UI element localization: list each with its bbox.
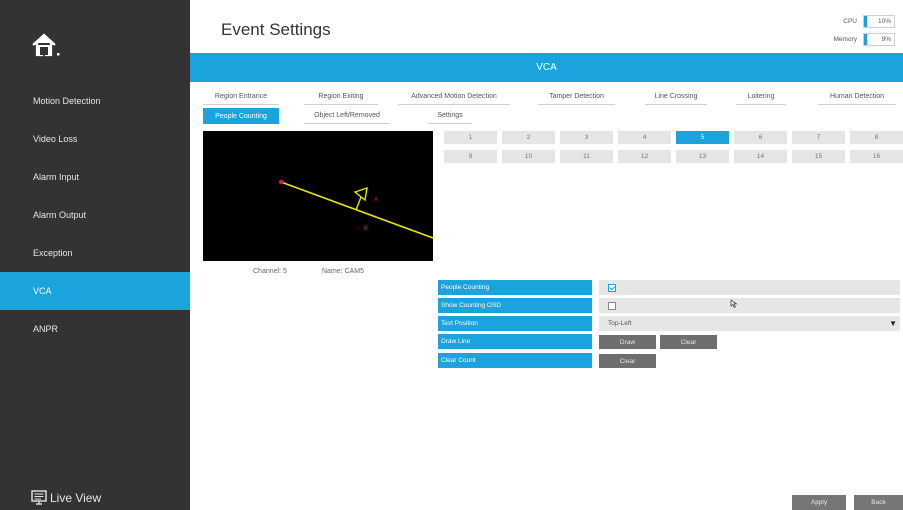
show-counting-osd-label: Show Counting OSD [438,298,592,313]
clear-count-button[interactable]: Clear [599,354,656,368]
cpu-meter: CPU 10% [827,15,895,28]
live-view-button[interactable]: Live View [31,490,101,505]
section-banner: VCA [190,53,903,82]
people-counting-label: People Counting [438,280,592,295]
mouse-cursor-icon [730,299,738,308]
tab-line-crossing[interactable]: Line Crossing [645,89,707,105]
memory-usage-bar: 9% [863,33,895,46]
sidebar-item-vca[interactable]: VCA [0,272,190,310]
sidebar-item-label: Exception [33,248,73,258]
channel-button-4[interactable]: 4 [618,131,671,144]
sidebar: Motion Detection Video Loss Alarm Input … [0,0,190,510]
monitor-icon [31,490,47,505]
sidebar-item-anpr[interactable]: ANPR [0,310,190,348]
sidebar-item-alarm-output[interactable]: Alarm Output [0,196,190,234]
draw-button[interactable]: Draw [599,335,656,349]
channel-button-5[interactable]: 5 [676,131,729,144]
tab-region-entrance[interactable]: Region Entrance [203,89,279,105]
sidebar-item-label: Motion Detection [33,96,101,106]
show-counting-osd-checkbox[interactable] [608,301,616,310]
counting-line-overlay[interactable]: A B [203,131,434,261]
sidebar-item-alarm-input[interactable]: Alarm Input [0,158,190,196]
line-start-handle[interactable] [278,179,284,185]
page-title: Event Settings [221,20,331,39]
cpu-label: CPU [843,18,857,25]
people-counting-checkbox[interactable] [608,283,616,292]
sidebar-item-label: Alarm Output [33,210,87,220]
dropdown-arrow-icon: ▼ [889,319,897,328]
tab-tamper-detection[interactable]: Tamper Detection [538,89,615,105]
channel-button-8[interactable]: 8 [850,131,903,144]
text-position-select[interactable]: Top-Left ▼ [599,316,900,331]
camera-name-caption: Name: CAM5 [322,268,365,275]
side-marker-a: A [374,197,378,203]
sidebar-item-motion-detection[interactable]: Motion Detection [0,82,190,120]
channel-button-15[interactable]: 15 [792,150,845,163]
channel-button-13[interactable]: 13 [676,150,729,163]
sidebar-item-exception[interactable]: Exception [0,234,190,272]
live-view-label: Live View [50,490,102,505]
channel-button-2[interactable]: 2 [502,131,555,144]
counting-line[interactable] [280,181,434,239]
sidebar-item-label: Video Loss [33,134,78,144]
home-icon[interactable] [31,33,61,57]
sidebar-item-video-loss[interactable]: Video Loss [0,120,190,158]
memory-value: 9% [881,36,891,43]
channel-button-10[interactable]: 10 [502,150,555,163]
clear-count-label: Clear Count [438,353,592,368]
channel-button-14[interactable]: 14 [734,150,787,163]
side-marker-b: B [364,226,368,232]
memory-usage-fill [864,34,867,45]
cpu-usage-fill [864,16,867,27]
memory-meter: Memory 9% [827,33,895,46]
cpu-usage-bar: 10% [863,15,895,28]
video-preview[interactable]: A B [203,131,434,261]
tab-loitering[interactable]: Loitering [736,89,786,105]
sidebar-item-label: Alarm Input [33,172,80,182]
channel-button-9[interactable]: 9 [444,150,497,163]
tab-settings[interactable]: Settings [428,108,472,124]
channel-button-11[interactable]: 11 [560,150,613,163]
people-counting-field [599,280,900,295]
channel-button-6[interactable]: 6 [734,131,787,144]
channel-button-1[interactable]: 1 [444,131,497,144]
channel-button-16[interactable]: 16 [850,150,903,163]
channel-caption: Channel: 5 [253,268,287,275]
memory-label: Memory [833,36,857,43]
tab-human-detection[interactable]: Human Detection [818,89,896,105]
back-button[interactable]: Back [854,495,903,510]
channel-button-7[interactable]: 7 [792,131,845,144]
tab-advanced-motion-detection[interactable]: Advanced Motion Detection [398,89,510,105]
channel-button-3[interactable]: 3 [560,131,613,144]
tab-people-counting[interactable]: People Counting [203,108,279,124]
text-position-label: Text Position [438,316,592,331]
tab-object-left-removed[interactable]: Object Left/Removed [304,108,390,124]
show-counting-osd-field [599,298,900,313]
sidebar-item-label: VCA [33,286,52,296]
sidebar-item-label: ANPR [33,324,59,334]
clear-line-button[interactable]: Clear [660,335,717,349]
channel-button-12[interactable]: 12 [618,150,671,163]
cpu-value: 10% [877,18,891,25]
text-position-value: Top-Left [608,320,632,327]
draw-line-label: Draw Line [438,334,592,349]
apply-button[interactable]: Apply [792,495,846,510]
direction-arrow-stem [355,196,362,211]
tab-region-exiting[interactable]: Region Exiting [304,89,378,105]
